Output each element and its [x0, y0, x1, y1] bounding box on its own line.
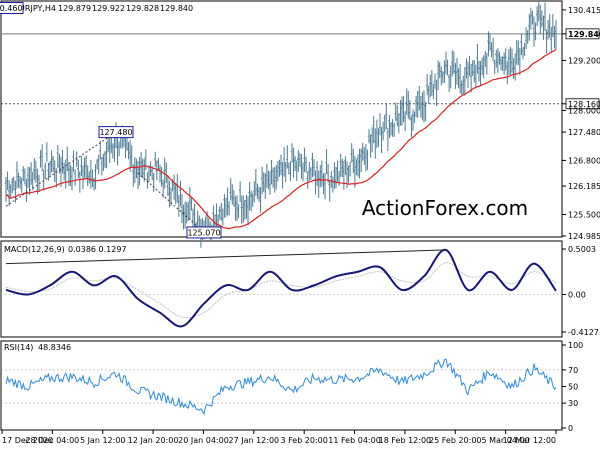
watermark-text: ActionForex.com: [362, 196, 528, 220]
time-axis-label: 18 Feb 12:00: [379, 436, 431, 445]
price-axis-label: 126.185: [568, 182, 600, 191]
price-axis-label: 124.985: [568, 232, 600, 241]
price-header-open: 129.879: [58, 4, 91, 13]
time-axis-label: 20 Jan 04:00: [178, 436, 229, 445]
time-axis-label: 11 Feb 04:00: [328, 436, 380, 445]
macd-axis-label: 0.00: [568, 290, 586, 299]
price-axis-label: 126.800: [568, 156, 600, 165]
macd-label: MACD(12,26,9): [4, 245, 65, 254]
price-axis-label: 127.480: [568, 128, 600, 137]
chart-svg: ActionForex.com ▼ EURJPY,H4 129.879 129.…: [0, 0, 600, 450]
price-header-high: 129.922: [92, 4, 125, 13]
rsi-axis-label: 30: [568, 399, 578, 408]
current-price-label: 129.840: [568, 30, 600, 39]
price-axis-label: 130.415: [568, 6, 600, 15]
time-axis-label: 28 Dec 04:00: [25, 436, 79, 445]
rsi-value: 48.8346: [38, 343, 71, 352]
price-header-close: 129.840: [160, 4, 193, 13]
rsi-axis-label: 70: [568, 366, 578, 375]
rsi-axis-label: 50: [568, 383, 578, 392]
price-axis-label: 125.500: [568, 211, 600, 220]
price-axis-label: 128.000: [568, 106, 600, 115]
price-annotation-label: 130.460: [0, 4, 23, 13]
time-axis-label: 5 Jan 12:00: [80, 436, 126, 445]
rsi-label: RSI(14): [4, 343, 33, 352]
rsi-axis-label: 0: [568, 424, 573, 433]
price-annotation-label: 125.070: [187, 228, 220, 237]
macd-axis-label: 0.5003: [568, 245, 596, 254]
time-axis-label: 27 Jan 12:00: [228, 436, 279, 445]
price-header-low: 129.828: [126, 4, 159, 13]
time-axis-label: 12 Mar 12:00: [503, 436, 556, 445]
time-axis-label: 25 Feb 20:00: [429, 436, 481, 445]
price-axis-label: 129.200: [568, 56, 600, 65]
macd-values: 0.0386 0.1297: [68, 245, 127, 254]
time-axis-label: 12 Jan 20:00: [128, 436, 179, 445]
price-annotation-label: 127.480: [99, 128, 132, 137]
macd-axis-label: -0.4127: [568, 328, 599, 337]
time-axis-label: 3 Feb 20:00: [280, 436, 327, 445]
rsi-axis-label: 100: [568, 341, 583, 350]
